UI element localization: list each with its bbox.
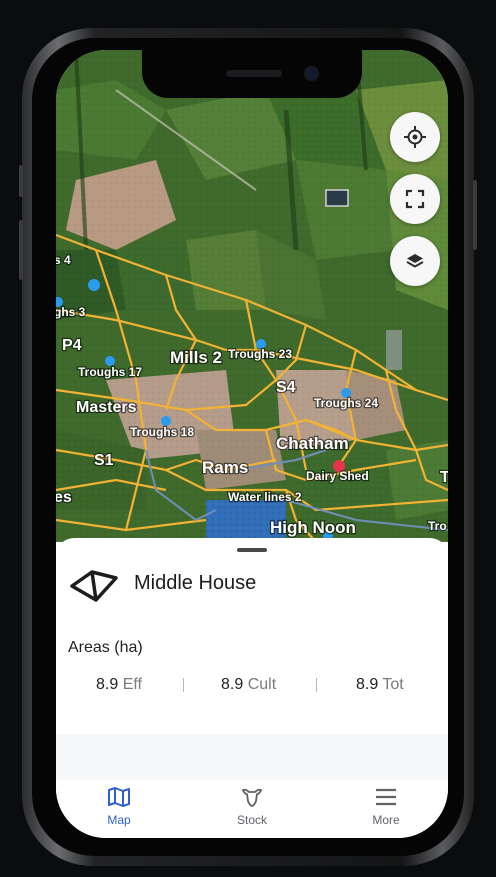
area-unit: Eff — [122, 676, 142, 693]
layers-icon — [406, 254, 424, 268]
area-value: 8.9 — [96, 676, 119, 693]
side-button-left-2 — [19, 220, 23, 280]
bottom-tab-bar: Map Stock More — [56, 780, 448, 838]
map-label: Troughs 17 — [78, 365, 142, 379]
tab-map[interactable]: Map — [74, 786, 164, 827]
trough-marker[interactable] — [88, 279, 100, 291]
map-label: es — [56, 489, 72, 506]
paddock-name: Middle House — [134, 572, 257, 594]
map-label: S4 — [276, 379, 296, 396]
map-label: Water lines 2 — [228, 490, 302, 504]
app-screen: s 4 ghs 3 P4 Mills 2 Troughs 23 Troughs … — [56, 50, 448, 838]
crosshair-icon — [404, 126, 426, 148]
divider — [316, 678, 317, 692]
speaker — [226, 70, 282, 77]
map-label: T — [440, 469, 448, 486]
paddock-shape-icon — [68, 568, 120, 609]
map-label: Troughs 18 — [130, 425, 194, 439]
fullscreen-button[interactable] — [390, 174, 440, 224]
tab-stock[interactable]: Stock — [207, 786, 297, 827]
map-label: Masters — [76, 399, 137, 416]
tab-more[interactable]: More — [341, 786, 431, 827]
map-label: Dairy Shed — [306, 469, 369, 483]
locate-button[interactable] — [390, 112, 440, 162]
map-label: Tro — [428, 519, 447, 533]
side-button-right — [473, 180, 477, 250]
areas-label: Areas (ha) — [68, 639, 143, 656]
stock-icon — [242, 788, 262, 807]
area-unit: Cult — [247, 676, 277, 693]
map-icon — [108, 787, 130, 807]
map-label: Chatham — [276, 434, 349, 453]
map-label: Rams — [202, 458, 248, 477]
side-button-left — [19, 165, 23, 197]
map-label: Mills 2 — [170, 348, 222, 367]
sheet-footer-band — [56, 734, 448, 784]
map-label: S1 — [94, 452, 114, 469]
divider — [183, 678, 184, 692]
map-label: Troughs 23 — [228, 347, 292, 361]
tab-label: Map — [107, 813, 131, 827]
map-label: High Noon — [270, 518, 356, 537]
map-label: ghs 3 — [56, 305, 86, 319]
tab-label: Stock — [236, 813, 267, 827]
fullscreen-icon — [405, 189, 425, 209]
map-label: Troughs 24 — [314, 396, 378, 410]
area-value: 8.9 — [221, 676, 244, 693]
area-effective: 8.9 Eff — [96, 676, 142, 694]
sheet-drag-handle[interactable] — [237, 548, 267, 552]
area-cultivated: 8.9 Cult — [221, 676, 276, 694]
map-label: P4 — [62, 337, 82, 354]
map-label: s 4 — [56, 253, 71, 267]
tab-label: More — [372, 813, 400, 827]
camera — [306, 68, 317, 79]
menu-icon — [376, 788, 396, 806]
area-total: 8.9 Tot — [356, 676, 404, 694]
areas-row: 8.9 Eff 8.9 Cult 8.9 Tot — [56, 676, 448, 700]
satellite-map[interactable]: s 4 ghs 3 P4 Mills 2 Troughs 23 Troughs … — [56, 50, 448, 542]
phone-notch — [142, 50, 362, 98]
farm-map[interactable]: s 4 ghs 3 P4 Mills 2 Troughs 23 Troughs … — [56, 50, 448, 542]
area-value: 8.9 — [356, 676, 379, 693]
area-unit: Tot — [382, 676, 404, 693]
layers-button[interactable] — [390, 236, 440, 286]
